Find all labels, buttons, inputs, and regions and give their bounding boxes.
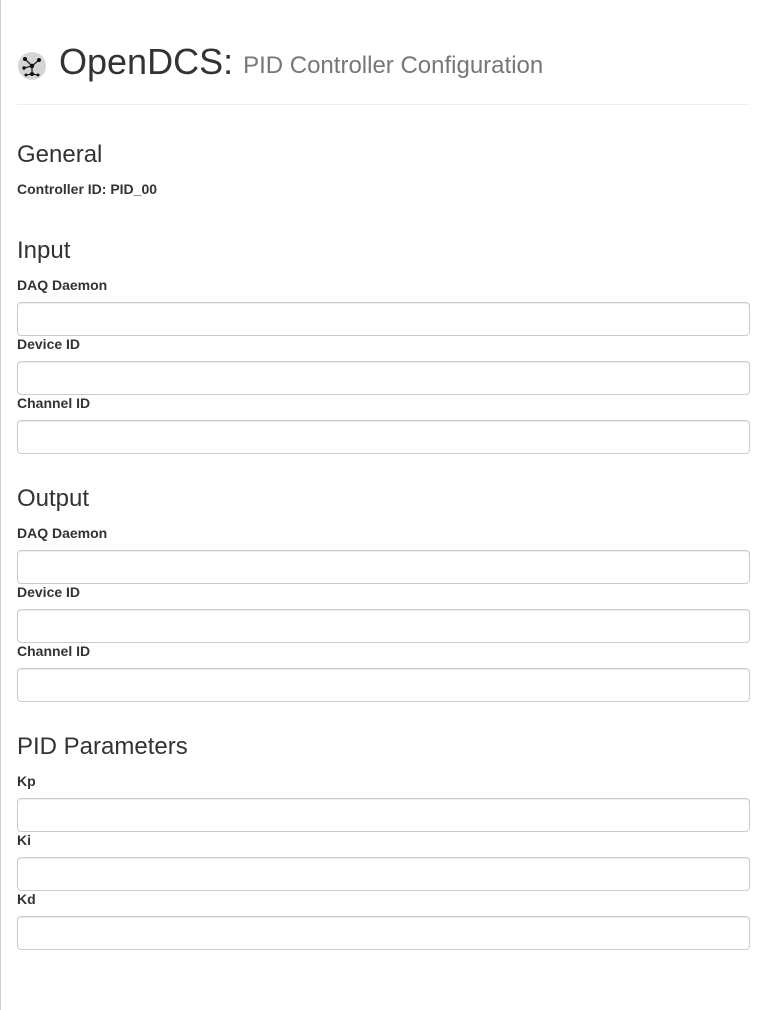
section-general-heading: General [17,141,103,168]
output-device-id-label: Device ID [17,584,81,600]
ki-field[interactable] [17,857,750,891]
app-title: OpenDCS: [59,41,234,82]
input-daq-daemon-field[interactable] [17,302,750,336]
ki-label: Ki [17,832,31,848]
input-channel-id-label: Channel ID [17,395,91,411]
input-daq-daemon-label: DAQ Daemon [17,277,108,293]
input-device-id-field[interactable] [17,361,750,395]
page-subtitle: PID Controller Configuration [243,52,544,79]
page-container: OpenDCS: PID Controller Configuration Ge… [17,0,750,950]
network-node-icon [18,52,46,80]
kd-field[interactable] [17,916,750,950]
section-pid-parameters-heading: PID Parameters [17,733,188,760]
section-output-heading: Output [17,485,90,512]
input-channel-id-field[interactable] [17,420,750,454]
kp-field[interactable] [17,798,750,832]
output-device-id-field[interactable] [17,609,750,643]
output-channel-id-label: Channel ID [17,643,91,659]
kp-label: Kp [17,773,36,789]
input-device-id-label: Device ID [17,336,81,352]
page-header: OpenDCS: PID Controller Configuration [17,40,750,105]
page-left-border [0,0,1,1010]
output-daq-daemon-label: DAQ Daemon [17,525,108,541]
kd-label: Kd [17,891,36,907]
section-input-heading: Input [17,237,71,264]
output-channel-id-field[interactable] [17,668,750,702]
output-daq-daemon-field[interactable] [17,550,750,584]
controller-id-text: Controller ID: PID_00 [17,181,158,197]
